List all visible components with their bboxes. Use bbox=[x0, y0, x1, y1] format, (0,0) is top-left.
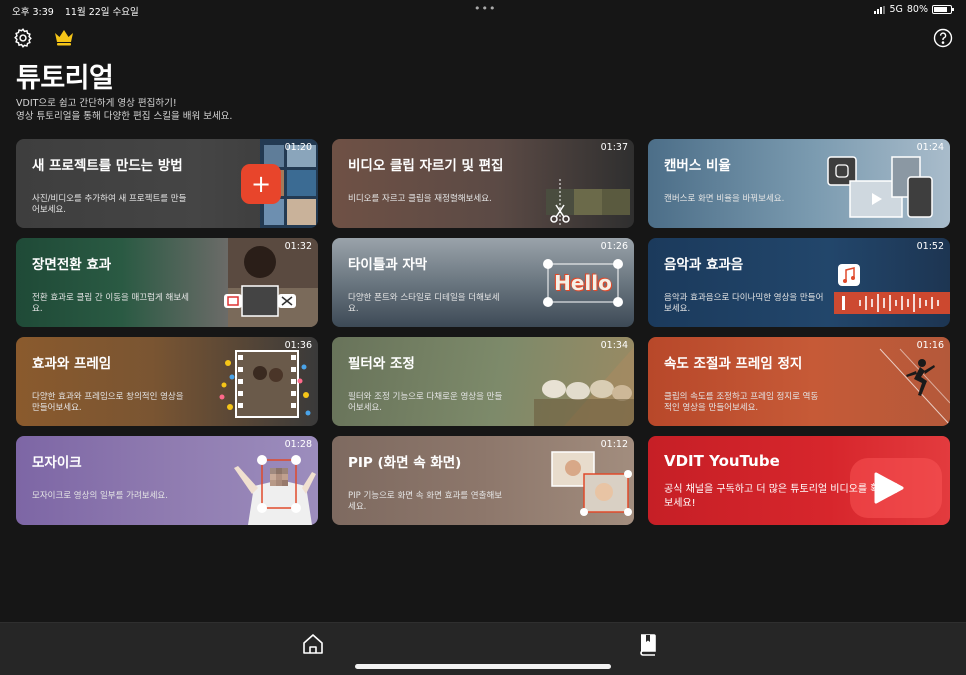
plus-icon: + bbox=[250, 170, 272, 198]
battery-fill bbox=[934, 7, 947, 12]
network-type: 5G bbox=[889, 4, 903, 15]
battery-icon bbox=[932, 5, 954, 14]
duration-badge: 01:24 bbox=[916, 142, 944, 153]
duration-badge: 01:16 bbox=[916, 340, 944, 351]
multitask-dots[interactable]: ••• bbox=[474, 2, 496, 15]
tutorial-card-pip[interactable]: PIP (화면 속 화면) PIP 기능으로 화면 속 화면 효과를 연출해보세… bbox=[332, 436, 634, 525]
crown-icon[interactable] bbox=[53, 27, 75, 47]
duration-badge: 01:37 bbox=[600, 142, 628, 153]
duration-badge: 01:52 bbox=[916, 241, 944, 252]
duration-badge: 01:26 bbox=[600, 241, 628, 252]
tutorial-card-trim[interactable]: 비디오 클립 자르기 및 편집 비디오를 자르고 클립을 재정렬해보세요. 01… bbox=[332, 139, 634, 228]
runner-figure bbox=[906, 359, 935, 396]
gear-icon[interactable] bbox=[12, 27, 34, 49]
home-indicator[interactable] bbox=[355, 664, 611, 669]
status-time: 오후 3:39 bbox=[12, 7, 54, 18]
duration-badge: 01:28 bbox=[284, 439, 312, 450]
tutorial-card-canvas[interactable]: 캔버스 비율 캔버스로 화면 비율을 바꿔보세요. 01:24 bbox=[648, 139, 950, 228]
tutorial-card-new-project[interactable]: 새 프로젝트를 만드는 방법 사진/비디오를 추가하여 새 프로젝트를 만들어보… bbox=[16, 139, 318, 228]
duration-badge: 01:34 bbox=[600, 340, 628, 351]
duration-badge: 01:32 bbox=[284, 241, 312, 252]
status-bar: 오후 3:39 11월 22일 수요일 ••• 5G 80% bbox=[0, 0, 966, 20]
signal-icon bbox=[874, 5, 886, 14]
tutorial-card-transitions[interactable]: 장면전환 효과 전환 효과로 클립 간 이동을 매끄럽게 해보세요. 01:32 bbox=[16, 238, 318, 327]
tutorial-card-filters[interactable]: 필터와 조정 필터와 조정 기능으로 다채로운 영상을 만들어보세요. 01:3… bbox=[332, 337, 634, 426]
status-date: 11월 22일 수요일 bbox=[64, 7, 139, 18]
question-circle-icon[interactable] bbox=[932, 27, 954, 49]
duration-badge: 01:36 bbox=[284, 340, 312, 351]
tutorial-card-music[interactable]: 음악과 효과음 음악과 효과음으로 다이나믹한 영상을 만들어보세요. 01:5… bbox=[648, 238, 950, 327]
home-icon[interactable] bbox=[301, 632, 325, 656]
duration-badge: 01:12 bbox=[600, 439, 628, 450]
book-icon[interactable] bbox=[636, 632, 660, 656]
card-illustration bbox=[820, 436, 950, 525]
tutorial-card-mosaic[interactable]: 모자이크 모자이크로 영상의 일부를 가려보세요. 01:28 bbox=[16, 436, 318, 525]
tutorial-card-speed[interactable]: 속도 조절과 프레임 정지 클립의 속도를 조정하고 프레임 정지로 역동적인 … bbox=[648, 337, 950, 426]
hello-text: Hello bbox=[554, 271, 612, 295]
tutorial-card-titles[interactable]: 타이틀과 자막 다양한 폰트와 스타일로 디테일을 더해보세요. 01:26 H… bbox=[332, 238, 634, 327]
battery-percent: 80% bbox=[906, 4, 928, 15]
duration-badge: 01:20 bbox=[284, 142, 312, 153]
page-title: 튜토리얼 bbox=[16, 63, 114, 94]
tutorial-card-youtube[interactable]: VDIT YouTube 공식 채널을 구독하고 더 많은 튜토리얼 비디오를 … bbox=[648, 436, 950, 525]
bottom-nav bbox=[0, 622, 966, 675]
tutorial-card-effects[interactable]: 효과와 프레임 다양한 효과와 프레임으로 창의적인 영상을 만들어보세요. 0… bbox=[16, 337, 318, 426]
page-subtitle: VDIT으로 쉽고 간단하게 영상 편집하기! 영상 튜토리얼을 통해 다양한 … bbox=[16, 98, 233, 122]
